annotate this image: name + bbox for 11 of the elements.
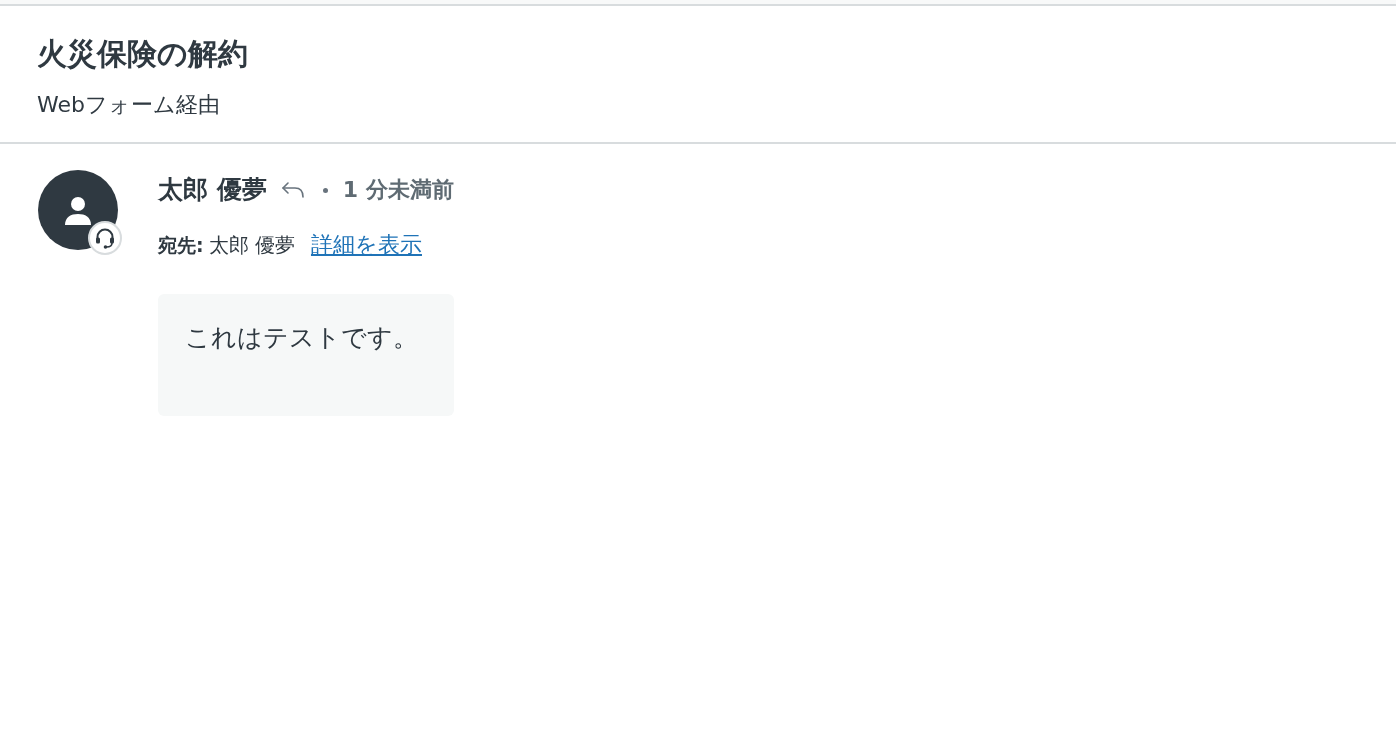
recipient-name: 太郎 優夢 [208,232,295,259]
message-body: これはテストです。 [185,323,418,352]
ticket-channel: Webフォーム経由 [37,91,221,119]
show-details-link[interactable]: 詳細を表示 [310,231,422,259]
ticket-title: 火災保険の解約 [37,35,249,73]
author-name: 太郎 優夢 [158,174,267,206]
bullet-icon [322,187,328,193]
recipient-label: 宛先: [158,233,204,258]
reply-icon [280,181,305,199]
message-time: 1 分未満前 [342,176,454,204]
headset-icon [88,221,122,255]
